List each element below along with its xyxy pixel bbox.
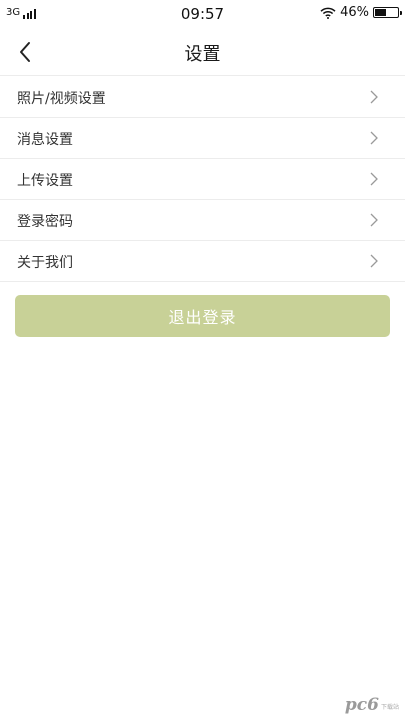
chevron-right-icon — [370, 172, 378, 186]
logout-button[interactable]: 退出登录 — [15, 295, 390, 337]
settings-item-label: 上传设置 — [17, 173, 73, 189]
settings-list: 照片/视频设置 消息设置 上传设置 登录密码 关于我们 — [0, 77, 405, 282]
settings-item-label: 照片/视频设置 — [17, 91, 106, 107]
settings-item-about-us[interactable]: 关于我们 — [0, 241, 405, 282]
chevron-right-icon — [370, 213, 378, 227]
status-bar: 3G 09:57 46% — [0, 0, 405, 28]
battery-icon — [373, 7, 402, 18]
page-title: 设置 — [184, 44, 221, 65]
settings-item-message[interactable]: 消息设置 — [0, 118, 405, 159]
settings-item-label: 关于我们 — [17, 255, 73, 271]
chevron-right-icon — [370, 254, 378, 268]
status-right: 46% — [320, 5, 402, 20]
battery-level-fill — [375, 9, 387, 16]
wifi-icon — [320, 7, 336, 19]
chevron-right-icon — [370, 90, 378, 104]
chevron-right-icon — [370, 131, 378, 145]
settings-item-label: 登录密码 — [17, 214, 73, 230]
battery-percent: 46% — [340, 5, 369, 20]
logout-label: 退出登录 — [168, 308, 237, 327]
settings-item-upload[interactable]: 上传设置 — [0, 159, 405, 200]
settings-item-login-password[interactable]: 登录密码 — [0, 200, 405, 241]
nav-bar: 设置 — [0, 28, 405, 76]
watermark-text: pc6 — [344, 695, 379, 715]
settings-item-label: 消息设置 — [17, 132, 73, 148]
settings-item-photo-video[interactable]: 照片/视频设置 — [0, 77, 405, 118]
watermark-logo: pc6 下载站 — [345, 696, 399, 714]
watermark-sub: 下载站 — [380, 704, 399, 711]
